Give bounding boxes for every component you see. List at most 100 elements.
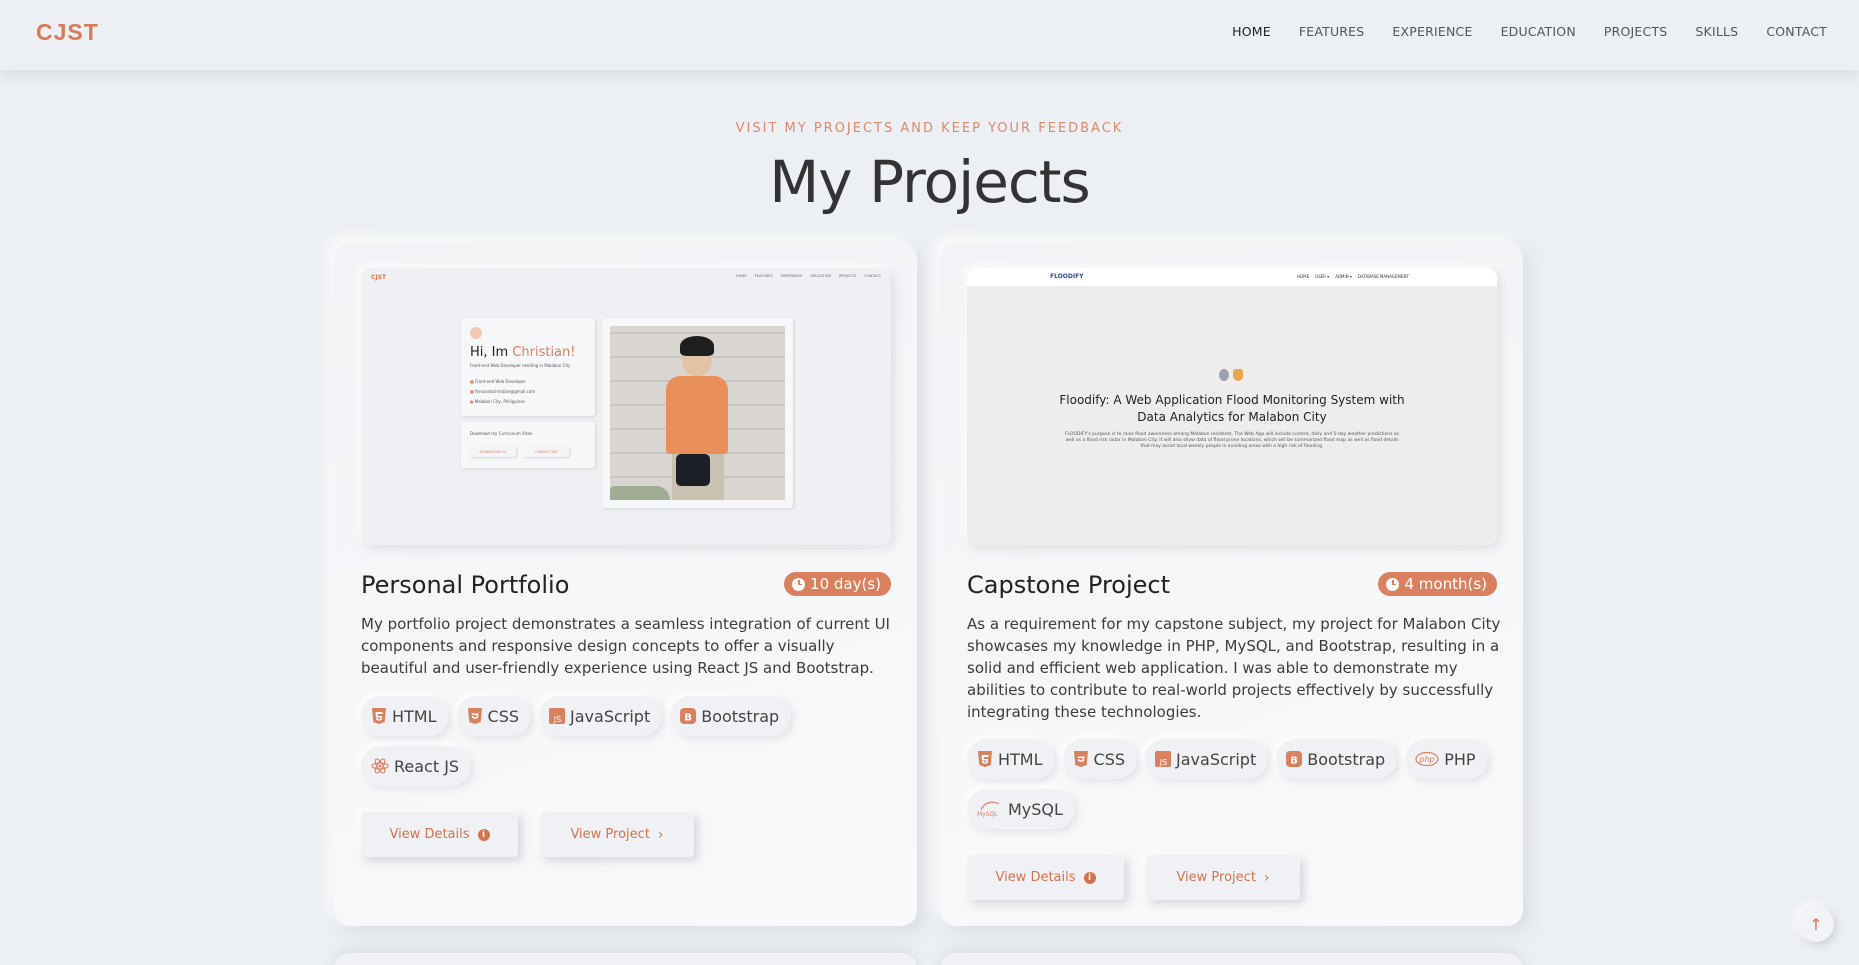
tag-css: CSS bbox=[1062, 739, 1138, 779]
project-title: Capstone Project bbox=[967, 571, 1171, 599]
svg-text:JS: JS bbox=[553, 715, 561, 724]
chevron-right-icon: › bbox=[657, 826, 664, 843]
info-icon: i bbox=[1083, 871, 1096, 884]
site-header: CJST HOME FEATURES EXPERIENCE EDUCATION … bbox=[0, 0, 1859, 70]
duration-text: 4 month(s) bbox=[1404, 575, 1487, 593]
javascript-icon: JS bbox=[549, 708, 566, 724]
svg-text:MySQL: MySQL bbox=[977, 811, 998, 818]
nav-education[interactable]: EDUCATION bbox=[1501, 24, 1576, 39]
preview-download-button: DOWNLOAD CV bbox=[470, 446, 516, 457]
photo-person-hair bbox=[680, 336, 714, 356]
nav-contact[interactable]: CONTACT bbox=[1766, 24, 1827, 39]
mysql-icon: MySQL bbox=[977, 801, 1000, 818]
main-nav: HOME FEATURES EXPERIENCE EDUCATION PROJE… bbox=[1232, 24, 1827, 39]
button-label: View Details bbox=[389, 827, 470, 842]
view-project-button[interactable]: View Project › bbox=[540, 812, 694, 857]
nav-home[interactable]: HOME bbox=[1232, 24, 1271, 39]
tag-react: React JS bbox=[361, 746, 472, 786]
preview-cv-card: Download my Curriculum Vitae DOWNLOAD CV… bbox=[461, 422, 595, 468]
php-icon: php bbox=[1415, 751, 1439, 767]
tag-mysql: MySQL MySQL bbox=[967, 789, 1075, 829]
button-label: View Project bbox=[1176, 870, 1256, 885]
preview-item: ■ Front-end Web Developer bbox=[470, 377, 535, 387]
nav-projects[interactable]: PROJECTS bbox=[1604, 24, 1668, 39]
info-icon: i bbox=[477, 828, 490, 841]
project-card-portfolio: CJST HOME FEATURES EXPERIENCE EDUCATION … bbox=[334, 243, 917, 926]
tech-tags: HTML CSS JS JavaScript B Bootstrap php P… bbox=[967, 739, 1507, 829]
button-label: View Details bbox=[995, 870, 1076, 885]
next-project-card bbox=[334, 953, 917, 965]
preview-nav-item: EDUCATION bbox=[810, 274, 832, 278]
preview-nav-item: DATABASE MANAGEMENT bbox=[1357, 274, 1409, 279]
view-details-button[interactable]: View Details i bbox=[967, 855, 1124, 900]
preview-nav-item: FEATURES bbox=[754, 274, 773, 278]
tag-html: HTML bbox=[967, 739, 1055, 779]
duration-text: 10 day(s) bbox=[810, 575, 881, 593]
tag-label: HTML bbox=[392, 706, 437, 726]
tag-label: Bootstrap bbox=[1307, 749, 1386, 769]
nav-features[interactable]: FEATURES bbox=[1299, 24, 1365, 39]
project-title: Personal Portfolio bbox=[361, 571, 570, 599]
button-label: View Project bbox=[570, 827, 650, 842]
duration-badge: 10 day(s) bbox=[784, 572, 891, 596]
tag-php: php PHP bbox=[1405, 739, 1488, 779]
preview-nav-item: ADMIN ▾ bbox=[1335, 274, 1352, 279]
preview-text: FLOODIFY's purpose is to raise flood awa… bbox=[1064, 432, 1400, 449]
preview-title: Floodify: A Web Application Flood Monito… bbox=[1059, 393, 1405, 424]
tag-label: JavaScript bbox=[1176, 749, 1257, 769]
css3-icon bbox=[1073, 751, 1088, 767]
preview-cv-text: Download my Curriculum Vitae bbox=[470, 431, 533, 436]
site-logo[interactable]: CJST bbox=[36, 19, 99, 46]
css3-icon bbox=[467, 708, 482, 724]
project-thumbnail[interactable]: FLOODIFY HOME USER ▾ ADMIN ▾ DATABASE MA… bbox=[967, 268, 1497, 545]
preview-nav-item: HOME bbox=[1297, 274, 1310, 279]
project-description: My portfolio project demonstrates a seam… bbox=[361, 615, 890, 677]
shield-icon bbox=[1233, 369, 1243, 381]
preview-item-text: Malabon City, Philippines bbox=[474, 399, 525, 404]
preview-nav: FLOODIFY HOME USER ▾ ADMIN ▾ DATABASE MA… bbox=[967, 268, 1497, 286]
arrow-up-icon: ↑ bbox=[1809, 914, 1823, 934]
view-details-button[interactable]: View Details i bbox=[361, 812, 518, 857]
tag-html: HTML bbox=[361, 696, 449, 736]
svg-text:JS: JS bbox=[1159, 758, 1167, 767]
tag-bootstrap: B Bootstrap bbox=[670, 696, 792, 736]
preview-greeting: Hi, Im Christian! bbox=[470, 345, 575, 360]
preview-nav-item: USER ▾ bbox=[1315, 274, 1330, 279]
tech-tags: HTML CSS JS JavaScript B Bootstrap React… bbox=[361, 696, 901, 786]
preview-contact-button: CONTACT ME bbox=[523, 446, 569, 457]
next-project-card bbox=[940, 953, 1523, 965]
nav-skills[interactable]: SKILLS bbox=[1695, 24, 1738, 39]
preview-avatar bbox=[470, 327, 482, 339]
nav-experience[interactable]: EXPERIENCE bbox=[1392, 24, 1472, 39]
svg-text:php: php bbox=[1419, 755, 1435, 764]
chevron-right-icon: › bbox=[1263, 869, 1270, 886]
view-project-button[interactable]: View Project › bbox=[1146, 855, 1300, 900]
javascript-icon: JS bbox=[1155, 751, 1172, 767]
preview-nav-links: HOME USER ▾ ADMIN ▾ DATABASE MANAGEMENT bbox=[1297, 274, 1409, 279]
clock-icon bbox=[792, 577, 806, 591]
bootstrap-icon: B bbox=[1286, 751, 1303, 767]
project-description: As a requirement for my capstone subject… bbox=[967, 615, 1501, 721]
scroll-to-top-button[interactable]: ↑ bbox=[1798, 906, 1834, 942]
preview-logo: FLOODIFY bbox=[1050, 273, 1084, 280]
tag-label: JavaScript bbox=[570, 706, 651, 726]
bootstrap-icon: B bbox=[680, 708, 697, 724]
preview-items: ■ Front-end Web Developer ■ fernandochri… bbox=[470, 377, 535, 407]
section-heading: My Projects bbox=[769, 148, 1090, 216]
preview-intro-card: Hi, Im Christian! Front-end Web Develope… bbox=[461, 318, 595, 416]
react-icon bbox=[371, 758, 389, 774]
project-thumbnail[interactable]: CJST HOME FEATURES EXPERIENCE EDUCATION … bbox=[361, 268, 891, 545]
html5-icon bbox=[372, 708, 386, 724]
tag-label: PHP bbox=[1444, 749, 1476, 769]
city-seal-icon bbox=[1219, 369, 1229, 381]
photo-person-bag bbox=[676, 454, 710, 486]
tag-label: HTML bbox=[998, 749, 1043, 769]
photo-person-body bbox=[666, 376, 728, 454]
photo-plant bbox=[610, 486, 670, 500]
tag-javascript: JS JavaScript bbox=[1145, 739, 1269, 779]
preview-name: Christian! bbox=[512, 345, 576, 360]
svg-text:B: B bbox=[1290, 756, 1298, 767]
preview-item-text: Front-end Web Developer bbox=[475, 379, 526, 384]
duration-badge: 4 month(s) bbox=[1378, 572, 1497, 596]
tag-label: MySQL bbox=[1008, 799, 1063, 819]
